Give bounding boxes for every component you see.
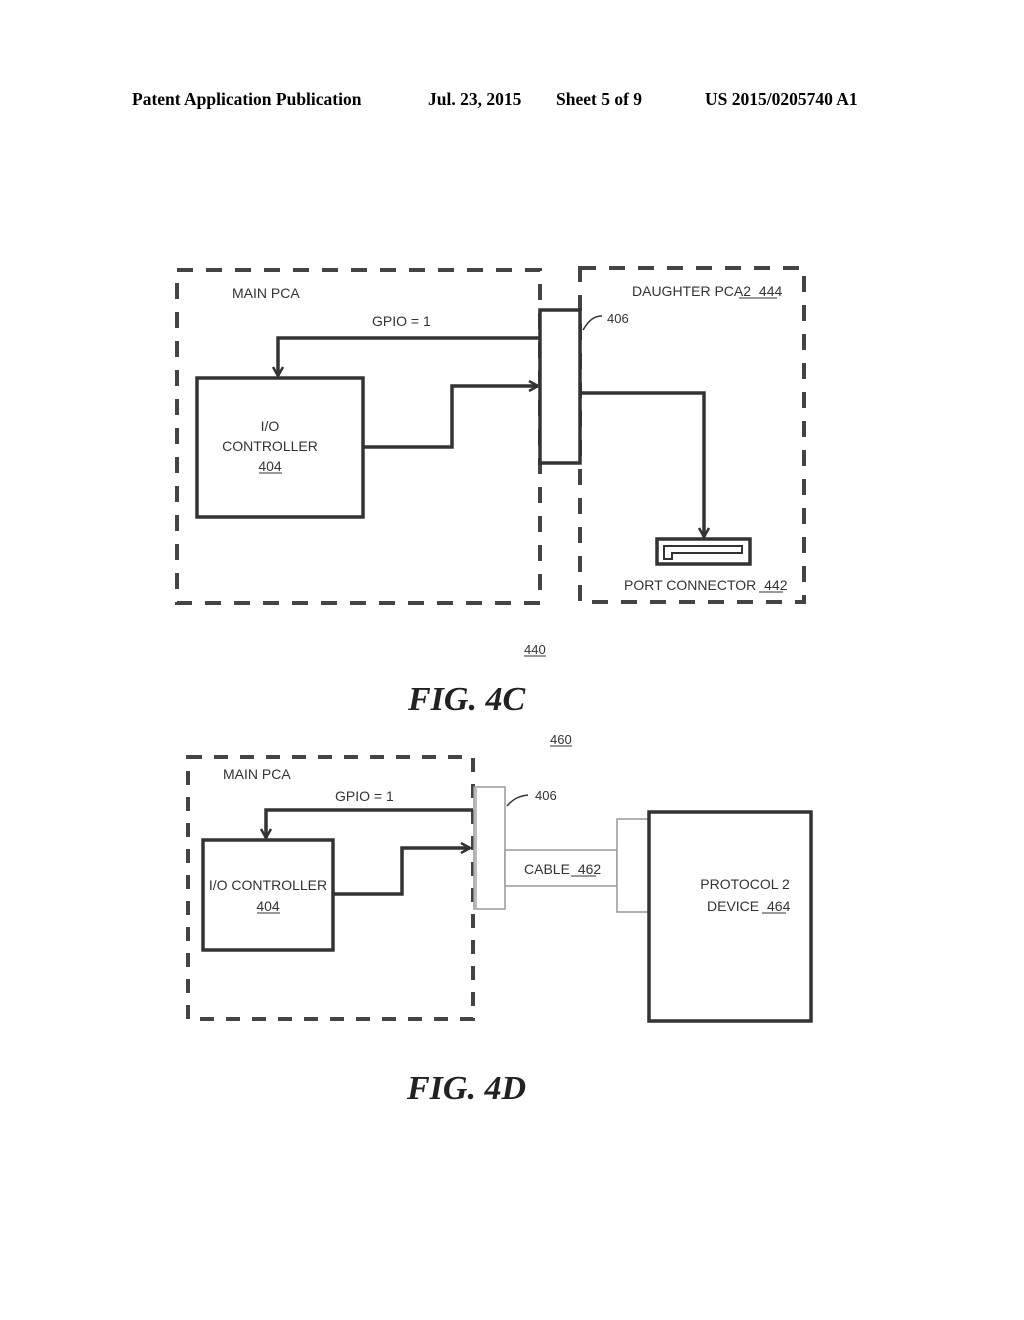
connector-406 (538, 308, 582, 465)
io-controller-ref: 404 (256, 898, 280, 914)
fig-4d-caption: FIG. 4D (406, 1070, 526, 1107)
io-controller-line1: I/O (261, 418, 280, 434)
io-output-arrow (363, 386, 538, 449)
connector-ref: 406 (607, 311, 629, 326)
io-controller-line2: CONTROLLER (222, 438, 318, 454)
daughter-pca-label: DAUGHTER PCA2 444 (632, 283, 782, 299)
port-connector-icon (655, 537, 752, 566)
device-line1: PROTOCOL 2 (700, 876, 790, 892)
fig-4c: MAIN PCA DAUGHTER PCA2 444 406 GPIO = 1 … (175, 266, 806, 718)
device-line2: DEVICE 464 (707, 898, 791, 914)
io-controller-label: I/O CONTROLLER (209, 877, 327, 893)
main-pca-label: MAIN PCA (223, 766, 291, 782)
fig-4c-ref: 440 (524, 642, 546, 657)
figure-drawing: MAIN PCA DAUGHTER PCA2 444 406 GPIO = 1 … (175, 266, 813, 1107)
connector-ref: 406 (535, 788, 557, 803)
gpio-label: GPIO = 1 (335, 788, 394, 804)
daughter-pca-ref: 444 (759, 283, 783, 299)
gpio-label: GPIO = 1 (372, 313, 431, 329)
fig-4c-caption: FIG. 4C (407, 681, 525, 718)
device-text: DEVICE (707, 898, 759, 914)
connector-leader-line (506, 794, 529, 807)
port-connector-ref: 442 (764, 577, 788, 593)
gpio-signal-arrow (278, 336, 540, 376)
device-ref: 464 (767, 898, 791, 914)
daughter-pca-text: DAUGHTER PCA2 (632, 283, 751, 299)
protocol-2-device-box (647, 810, 813, 1023)
io-controller-box (201, 838, 335, 952)
cable-ref: 462 (578, 861, 602, 877)
port-signal-arrow (580, 391, 704, 537)
port-connector-label: PORT CONNECTOR 442 (624, 577, 788, 593)
cable-label: CABLE 462 (524, 861, 601, 877)
io-controller-ref: 404 (258, 458, 282, 474)
fig-4d: 460 MAIN PCA GPIO = 1 I/O CONTROLLER 404… (186, 732, 813, 1107)
fig-4d-ref: 460 (550, 732, 572, 747)
io-output-arrow (333, 848, 470, 896)
gpio-signal-arrow (266, 808, 473, 838)
main-pca-label: MAIN PCA (232, 285, 300, 301)
cable-text: CABLE (524, 861, 570, 877)
device-connector (616, 818, 650, 913)
connector-406 (473, 786, 506, 910)
port-connector-text: PORT CONNECTOR (624, 577, 756, 593)
connector-leader-line (582, 315, 603, 331)
